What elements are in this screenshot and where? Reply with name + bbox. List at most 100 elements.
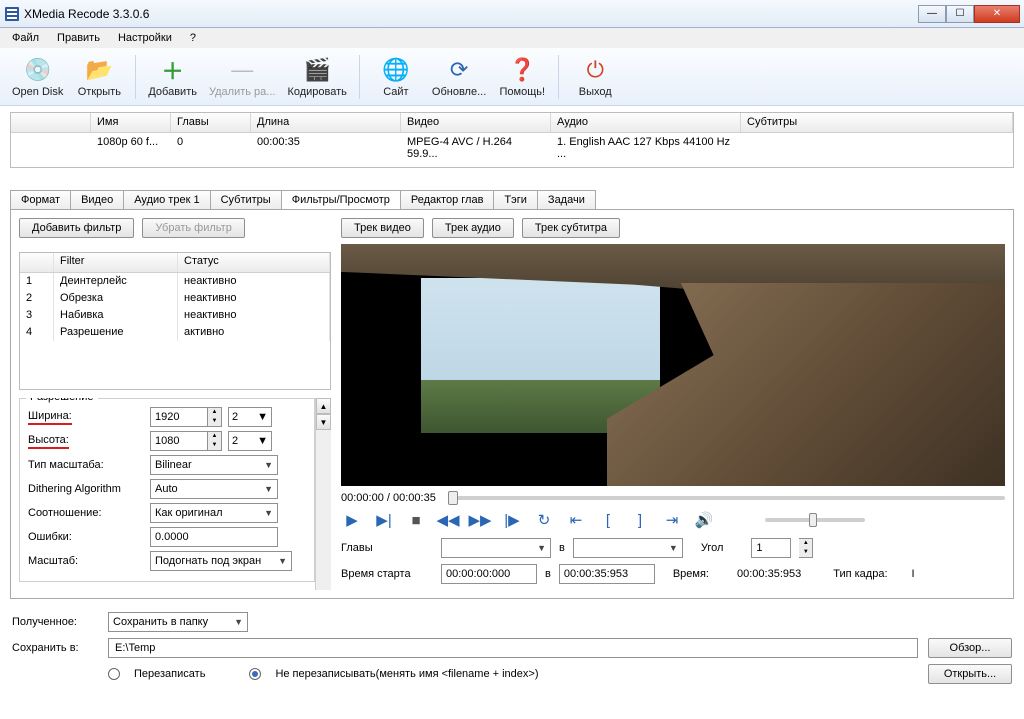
open-output-button[interactable]: Открыть... xyxy=(928,664,1012,684)
encode-icon: 🎬 xyxy=(303,56,331,84)
mark-in-button[interactable]: ⇤ xyxy=(565,510,587,530)
update-button[interactable]: ⟳Обновле... xyxy=(428,51,490,103)
volume-icon[interactable]: 🔊 xyxy=(693,510,715,530)
add-button[interactable]: ＋Добавить xyxy=(144,51,201,103)
width-spinner[interactable]: ▲▼ xyxy=(208,407,222,427)
browse-button[interactable]: Обзор... xyxy=(928,638,1012,658)
column-header-chapters[interactable]: Главы xyxy=(171,113,251,132)
overwrite-radio[interactable] xyxy=(108,668,120,680)
filter-row[interactable]: 4Разрешениеактивно xyxy=(20,324,330,341)
filters-panel: Добавить фильтр Убрать фильтр Filter Ста… xyxy=(10,209,1014,599)
width-label: Ширина: xyxy=(28,410,72,425)
errors-input[interactable] xyxy=(150,527,278,547)
column-header-filter[interactable]: Filter xyxy=(54,253,178,272)
menu-help[interactable]: ? xyxy=(182,30,204,46)
tab-tags[interactable]: Тэги xyxy=(493,190,538,209)
loop-button[interactable]: ↻ xyxy=(533,510,555,530)
column-header-video[interactable]: Видео xyxy=(401,113,551,132)
remove-button: —Удалить ра... xyxy=(205,51,279,103)
filter-row[interactable]: 1Деинтерлейснеактивно xyxy=(20,273,330,290)
cell-audio: 1. English AAC 127 Kbps 44100 Hz ... xyxy=(551,135,741,151)
tab-chapter-editor[interactable]: Редактор глав xyxy=(400,190,495,209)
site-button[interactable]: 🌐Сайт xyxy=(368,51,424,103)
column-header-index[interactable] xyxy=(20,253,54,272)
window-minimize-button[interactable]: — xyxy=(918,5,946,23)
bracket-left-icon[interactable]: [ xyxy=(597,510,619,530)
menu-edit[interactable]: Править xyxy=(49,30,108,46)
filter-row[interactable]: 3Набивканеактивно xyxy=(20,307,330,324)
tab-filters-preview[interactable]: Фильтры/Просмотр xyxy=(281,190,401,209)
open-file-button[interactable]: 📂Открыть xyxy=(71,51,127,103)
help-icon: ❓ xyxy=(508,56,536,84)
tab-audio-track[interactable]: Аудио трек 1 xyxy=(123,190,210,209)
minus-icon: — xyxy=(228,56,256,84)
fast-forward-button[interactable]: ▶▶ xyxy=(469,510,491,530)
volume-slider[interactable] xyxy=(765,518,865,522)
chapter-from-combo[interactable]: ▼ xyxy=(441,538,551,558)
power-icon: ⏻ xyxy=(581,56,609,84)
dithering-combo[interactable]: Auto▼ xyxy=(150,479,278,499)
window-close-button[interactable]: ✕ xyxy=(974,5,1020,23)
add-filter-button[interactable]: Добавить фильтр xyxy=(19,218,134,238)
bracket-right-icon[interactable]: ] xyxy=(629,510,651,530)
save-path-input[interactable] xyxy=(108,638,918,658)
no-overwrite-radio[interactable] xyxy=(249,668,261,680)
file-list-table[interactable]: Имя Главы Длина Видео Аудио Субтитры 108… xyxy=(10,112,1014,168)
chevron-down-icon: ▼ xyxy=(257,435,268,447)
column-header-blank[interactable] xyxy=(11,113,91,132)
column-header-subtitles[interactable]: Субтитры xyxy=(741,113,1013,132)
scale-type-combo[interactable]: Bilinear▼ xyxy=(150,455,278,475)
mark-out-button[interactable]: ⇥ xyxy=(661,510,683,530)
column-header-status[interactable]: Статус xyxy=(178,253,330,272)
tab-tasks[interactable]: Задачи xyxy=(537,190,596,209)
start-time-input[interactable] xyxy=(441,564,537,584)
filter-row[interactable]: 2Обрезканеактивно xyxy=(20,290,330,307)
cell-length: 00:00:35 xyxy=(251,135,401,151)
scroll-up-icon[interactable]: ▲ xyxy=(316,398,331,414)
exit-button[interactable]: ⏻Выход xyxy=(567,51,623,103)
angle-input[interactable] xyxy=(751,538,791,558)
chapter-to-combo[interactable]: ▼ xyxy=(573,538,683,558)
step-forward-button[interactable]: |▶ xyxy=(501,510,523,530)
column-header-audio[interactable]: Аудио xyxy=(551,113,741,132)
open-disk-button[interactable]: 💿Open Disk xyxy=(8,51,67,103)
end-time-input[interactable] xyxy=(559,564,655,584)
cell-subtitles xyxy=(741,135,1013,151)
tab-subtitles[interactable]: Субтитры xyxy=(210,190,282,209)
track-audio-button[interactable]: Трек аудио xyxy=(432,218,514,238)
menu-settings[interactable]: Настройки xyxy=(110,30,180,46)
chevron-down-icon: ▼ xyxy=(264,484,273,494)
ratio-combo[interactable]: Как оригинал▼ xyxy=(150,503,278,523)
window-maximize-button[interactable]: ☐ xyxy=(946,5,974,23)
width-divisor-combo[interactable]: 2▼ xyxy=(228,407,272,427)
height-spinner[interactable]: ▲▼ xyxy=(208,431,222,451)
stop-button[interactable]: ■ xyxy=(405,510,427,530)
toolbar-separator xyxy=(135,55,136,99)
help-button[interactable]: ❓Помощь! xyxy=(494,51,550,103)
chevron-down-icon: ▼ xyxy=(257,411,268,423)
height-divisor-combo[interactable]: 2▼ xyxy=(228,431,272,451)
next-frame-button[interactable]: ▶| xyxy=(373,510,395,530)
received-combo[interactable]: Сохранить в папку▼ xyxy=(108,612,248,632)
zoom-combo[interactable]: Подогнать под экран▼ xyxy=(150,551,292,571)
settings-scrollbar[interactable]: ▲ ▼ xyxy=(315,398,331,590)
column-header-length[interactable]: Длина xyxy=(251,113,401,132)
file-list-row[interactable]: 1080p 60 f... 0 00:00:35 MPEG-4 AVC / H.… xyxy=(11,133,1013,151)
seek-slider[interactable] xyxy=(448,496,1005,500)
track-video-button[interactable]: Трек видео xyxy=(341,218,424,238)
filter-table[interactable]: Filter Статус 1Деинтерлейснеактивно 2Обр… xyxy=(19,252,331,390)
track-subtitle-button[interactable]: Трек субтитра xyxy=(522,218,620,238)
width-input[interactable] xyxy=(150,407,208,427)
tab-video[interactable]: Видео xyxy=(70,190,124,209)
height-input[interactable] xyxy=(150,431,208,451)
start-time-label: Время старта xyxy=(341,568,433,580)
chevron-down-icon: ▼ xyxy=(264,508,273,518)
menu-file[interactable]: Файл xyxy=(4,30,47,46)
tab-format[interactable]: Формат xyxy=(10,190,71,209)
angle-spinner[interactable]: ▲▼ xyxy=(799,538,813,558)
rewind-button[interactable]: ◀◀ xyxy=(437,510,459,530)
play-button[interactable]: ▶ xyxy=(341,510,363,530)
encode-button[interactable]: 🎬Кодировать xyxy=(283,51,350,103)
scroll-down-icon[interactable]: ▼ xyxy=(316,414,331,430)
column-header-name[interactable]: Имя xyxy=(91,113,171,132)
